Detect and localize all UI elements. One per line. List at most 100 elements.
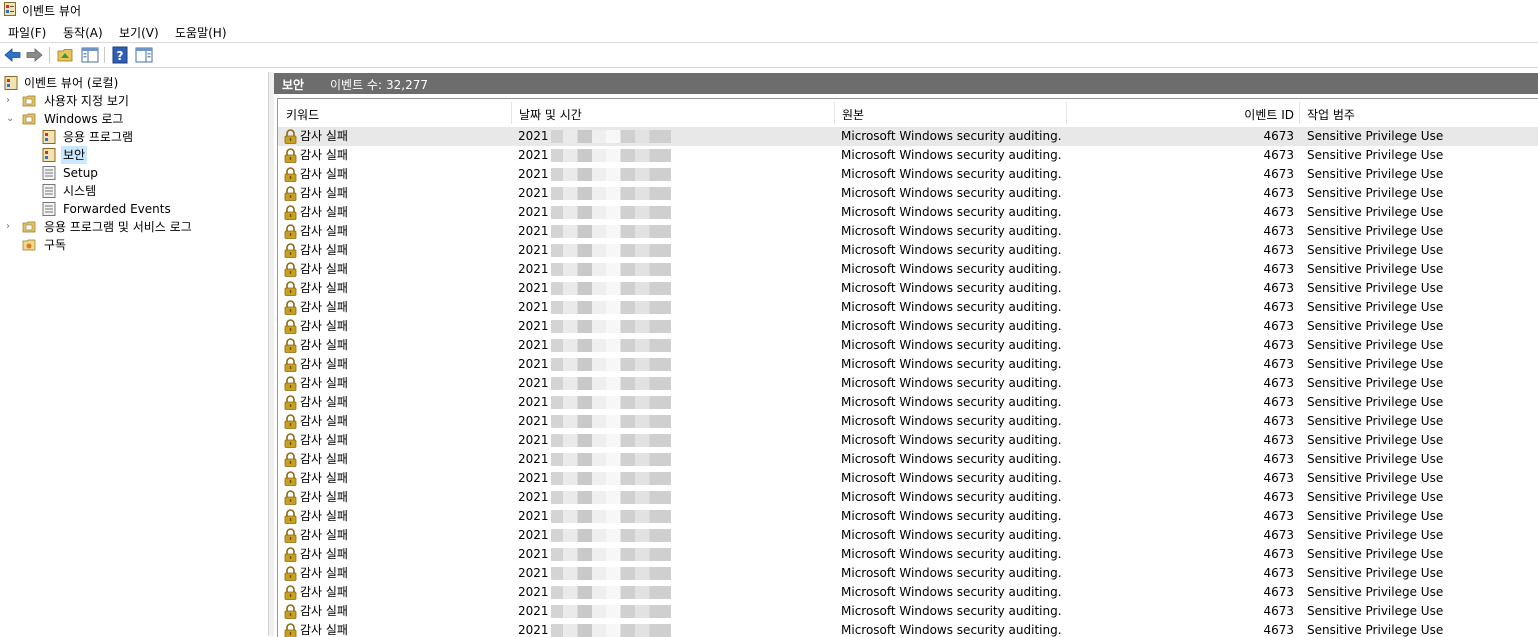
redacted-datetime: [550, 529, 671, 542]
toolbar-separator: [104, 47, 105, 63]
menu-bar: 파일(F) 동작(A) 보기(V) 도움말(H): [0, 20, 1538, 42]
column-divider[interactable]: [834, 102, 835, 124]
table-row[interactable]: 감사 실패 2021 Microsoft Windows security audi…: [278, 450, 1538, 469]
cell-keyword: 감사 실패: [300, 623, 348, 637]
show-hide-action-pane-icon[interactable]: [134, 46, 154, 64]
table-row[interactable]: 감사 실패 2021 Microsoft Windows security audi…: [278, 127, 1538, 146]
redacted-datetime: [550, 358, 671, 371]
pane-splitter[interactable]: [268, 72, 274, 636]
column-header-datetime[interactable]: 날짜 및 시간: [519, 106, 582, 123]
redacted-datetime: [550, 339, 671, 352]
table-row[interactable]: 감사 실패 2021 Microsoft Windows security audi…: [278, 279, 1538, 298]
column-divider[interactable]: [1066, 102, 1067, 124]
table-row[interactable]: 감사 실패 2021 Microsoft Windows security audi…: [278, 564, 1538, 583]
redacted-datetime: [550, 206, 671, 219]
chevron-right-icon[interactable]: ›: [6, 218, 16, 236]
column-header-source[interactable]: 원본: [842, 106, 864, 123]
lock-icon: [284, 319, 297, 334]
cell-event-id: 4673: [1263, 452, 1294, 466]
column-header-category[interactable]: 작업 범주: [1307, 106, 1355, 123]
menu-file[interactable]: 파일(F): [8, 24, 46, 41]
cell-category: Sensitive Privilege Use: [1307, 490, 1444, 504]
cell-source: Microsoft Windows security auditing.: [841, 433, 1062, 447]
column-header-event-id[interactable]: 이벤트 ID: [1068, 106, 1294, 123]
cell-source: Microsoft Windows security auditing.: [841, 167, 1062, 181]
open-folder-icon[interactable]: [56, 46, 76, 64]
table-row[interactable]: 감사 실패 2021 Microsoft Windows security audi…: [278, 469, 1538, 488]
cell-category: Sensitive Privilege Use: [1307, 509, 1444, 523]
cell-date-year: 2021: [518, 205, 549, 219]
cell-date-year: 2021: [518, 281, 549, 295]
back-arrow-icon[interactable]: [3, 46, 23, 64]
cell-event-id: 4673: [1263, 205, 1294, 219]
table-row[interactable]: 감사 실패 2021 Microsoft Windows security audi…: [278, 393, 1538, 412]
menu-view[interactable]: 보기(V): [119, 24, 159, 41]
cell-category: Sensitive Privilege Use: [1307, 300, 1444, 314]
table-row[interactable]: 감사 실패 2021 Microsoft Windows security audi…: [278, 583, 1538, 602]
table-row[interactable]: 감사 실패 2021 Microsoft Windows security audi…: [278, 507, 1538, 526]
cell-event-id: 4673: [1263, 167, 1294, 181]
cell-source: Microsoft Windows security auditing.: [841, 186, 1062, 200]
cell-date-year: 2021: [518, 224, 549, 238]
table-row[interactable]: 감사 실패 2021 Microsoft Windows security audi…: [278, 260, 1538, 279]
log-icon: [42, 184, 56, 198]
cell-source: Microsoft Windows security auditing.: [841, 585, 1062, 599]
help-icon[interactable]: ?: [110, 46, 130, 64]
table-row[interactable]: 감사 실패 2021 Microsoft Windows security audi…: [278, 298, 1538, 317]
table-row[interactable]: 감사 실패 2021 Microsoft Windows security audi…: [278, 545, 1538, 564]
cell-event-id: 4673: [1263, 224, 1294, 238]
cell-date-year: 2021: [518, 395, 549, 409]
table-row[interactable]: 감사 실패 2021 Microsoft Windows security audi…: [278, 241, 1538, 260]
cell-date-year: 2021: [518, 509, 549, 523]
cell-keyword: 감사 실패: [300, 338, 348, 352]
column-header-keyword[interactable]: 키워드: [286, 106, 319, 123]
table-row[interactable]: 감사 실패 2021 Microsoft Windows security audi…: [278, 355, 1538, 374]
table-row[interactable]: 감사 실패 2021 Microsoft Windows security audi…: [278, 488, 1538, 507]
table-row[interactable]: 감사 실패 2021 Microsoft Windows security audi…: [278, 184, 1538, 203]
table-row[interactable]: 감사 실패 2021 Microsoft Windows security audi…: [278, 203, 1538, 222]
event-count-value: 32,277: [386, 78, 429, 92]
table-row[interactable]: 감사 실패 2021 Microsoft Windows security audi…: [278, 222, 1538, 241]
table-row[interactable]: 감사 실패 2021 Microsoft Windows security audi…: [278, 431, 1538, 450]
cell-keyword: 감사 실패: [300, 547, 348, 561]
table-row[interactable]: 감사 실패 2021 Microsoft Windows security audi…: [278, 526, 1538, 545]
tree-item-label: Windows 로그: [44, 112, 124, 126]
tree-item-label: 구독: [44, 238, 67, 252]
cell-date-year: 2021: [518, 623, 549, 637]
column-divider[interactable]: [1299, 102, 1300, 124]
table-row[interactable]: 감사 실패 2021 Microsoft Windows security audi…: [278, 336, 1538, 355]
menu-action[interactable]: 동작(A): [63, 24, 103, 41]
cell-keyword: 감사 실패: [300, 509, 348, 523]
cell-source: Microsoft Windows security auditing.: [841, 224, 1062, 238]
chevron-down-icon[interactable]: ⌄: [6, 110, 16, 128]
menu-help[interactable]: 도움말(H): [175, 24, 227, 41]
cell-datetime: 2021: [518, 336, 671, 355]
cell-event-id: 4673: [1263, 319, 1294, 333]
log-icon: [42, 130, 56, 144]
chevron-right-icon[interactable]: ›: [6, 92, 16, 110]
cell-keyword: 감사 실패: [300, 585, 348, 599]
cell-event-id: 4673: [1263, 129, 1294, 143]
tree-item-label: Forwarded Events: [63, 202, 171, 216]
cell-date-year: 2021: [518, 376, 549, 390]
cell-event-id: 4673: [1263, 414, 1294, 428]
table-row[interactable]: 감사 실패 2021 Microsoft Windows security audi…: [278, 374, 1538, 393]
show-hide-tree-icon[interactable]: [80, 46, 100, 64]
cell-source: Microsoft Windows security auditing.: [841, 566, 1062, 580]
table-row[interactable]: 감사 실패 2021 Microsoft Windows security audi…: [278, 412, 1538, 431]
column-divider[interactable]: [511, 102, 512, 124]
panel-title: 보안: [282, 78, 305, 92]
cell-category: Sensitive Privilege Use: [1307, 471, 1444, 485]
forward-arrow-icon[interactable]: [24, 46, 44, 64]
table-row[interactable]: 감사 실패 2021 Microsoft Windows security audi…: [278, 165, 1538, 184]
cell-keyword: 감사 실패: [300, 471, 348, 485]
table-row[interactable]: 감사 실패 2021 Microsoft Windows security audi…: [278, 317, 1538, 336]
table-row[interactable]: 감사 실패 2021 Microsoft Windows security audi…: [278, 146, 1538, 165]
lock-icon: [284, 338, 297, 353]
lock-icon: [284, 414, 297, 429]
table-row[interactable]: 감사 실패 2021 Microsoft Windows security audi…: [278, 621, 1538, 637]
cell-date-year: 2021: [518, 300, 549, 314]
table-row[interactable]: 감사 실패 2021 Microsoft Windows security audi…: [278, 602, 1538, 621]
cell-source: Microsoft Windows security auditing.: [841, 604, 1062, 618]
cell-datetime: 2021: [518, 165, 671, 184]
